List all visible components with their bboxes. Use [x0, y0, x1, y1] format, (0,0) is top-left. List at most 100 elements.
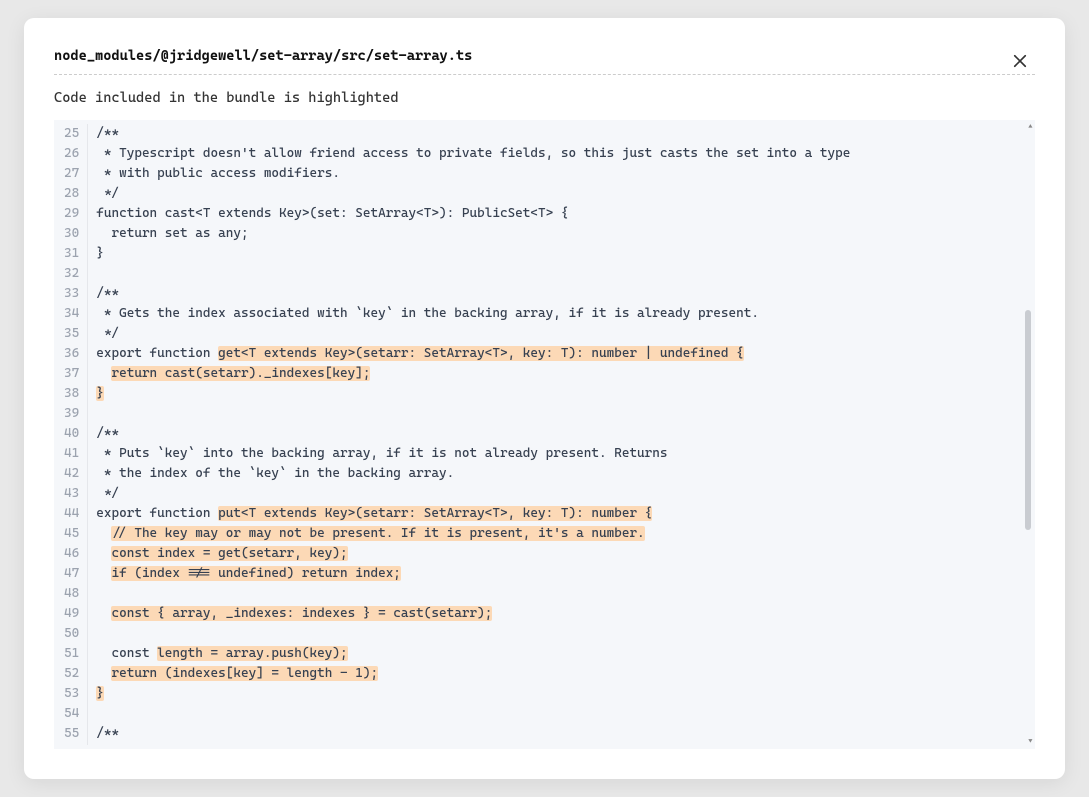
code-line: const index = get(setarr, key); [96, 544, 1035, 564]
line-number: 46 [64, 544, 79, 564]
code-line: /** [96, 724, 1035, 744]
line-number: 39 [64, 404, 79, 424]
line-number: 50 [64, 624, 79, 644]
line-number: 30 [64, 224, 79, 244]
close-button[interactable] [1005, 46, 1035, 76]
highlighted-code: // The key may or may not be present. If… [111, 526, 644, 541]
line-number: 35 [64, 324, 79, 344]
code-line: /** [96, 284, 1035, 304]
line-number: 41 [64, 444, 79, 464]
line-number: 49 [64, 604, 79, 624]
line-number: 29 [64, 204, 79, 224]
source-viewer-modal: node_modules/@jridgewell/set-array/src/s… [24, 18, 1065, 779]
code-text [96, 366, 111, 381]
code-text [96, 526, 111, 541]
line-number: 32 [64, 264, 79, 284]
line-number: 45 [64, 524, 79, 544]
code-viewer: 2526272829303132333435363738394041424344… [54, 120, 1035, 749]
code-line: * Puts `key` into the backing array, if … [96, 444, 1035, 464]
code-text: export function [96, 506, 218, 521]
line-number: 42 [64, 464, 79, 484]
line-number: 43 [64, 484, 79, 504]
highlighted-code: } [96, 686, 104, 701]
line-number: 53 [64, 684, 79, 704]
code-line [96, 704, 1035, 724]
code-line: * the index of the `key` in the backing … [96, 464, 1035, 484]
line-number: 51 [64, 644, 79, 664]
highlighted-code: const { array, _indexes: indexes } = cas… [111, 606, 492, 621]
code-text: */ [96, 186, 119, 201]
code-line: export function put<T extends Key>(setar… [96, 504, 1035, 524]
code-line: function cast<T extends Key>(set: SetArr… [96, 204, 1035, 224]
line-number: 40 [64, 424, 79, 444]
highlighted-code: if (index !== undefined) return index; [111, 566, 400, 581]
line-number: 27 [64, 164, 79, 184]
line-number: 36 [64, 344, 79, 364]
code-line: return cast(setarr)._indexes[key]; [96, 364, 1035, 384]
code-line: */ [96, 324, 1035, 344]
highlighted-code: return cast(setarr)._indexes[key]; [111, 366, 370, 381]
code-line [96, 624, 1035, 644]
highlighted-code: return (indexes[key] = length - 1); [111, 666, 378, 681]
line-number: 55 [64, 724, 79, 744]
scrollbar-thumb[interactable] [1025, 310, 1031, 530]
divider [54, 74, 1035, 75]
code-line: const { array, _indexes: indexes } = cas… [96, 604, 1035, 624]
code-text: } [96, 246, 104, 261]
code-scroll[interactable]: 2526272829303132333435363738394041424344… [54, 120, 1035, 749]
scroll-arrow-up-icon[interactable]: ▴ [1028, 122, 1033, 132]
code-text: * Typescript doesn't allow friend access… [96, 146, 850, 161]
line-number: 33 [64, 284, 79, 304]
code-text: const [96, 646, 157, 661]
code-line [96, 584, 1035, 604]
code-line [96, 404, 1035, 424]
code-line: if (index !== undefined) return index; [96, 564, 1035, 584]
code-text: */ [96, 326, 119, 341]
code-line: /** [96, 124, 1035, 144]
code-text [96, 566, 111, 581]
code-line: * with public access modifiers. [96, 164, 1035, 184]
code-text: /** [96, 426, 119, 441]
code-line: return set as any; [96, 224, 1035, 244]
code-text: * Gets the index associated with `key` i… [96, 306, 759, 321]
line-number: 34 [64, 304, 79, 324]
line-number: 52 [64, 664, 79, 684]
code-text: */ [96, 486, 119, 501]
line-number-gutter: 2526272829303132333435363738394041424344… [54, 124, 87, 745]
line-number: 54 [64, 704, 79, 724]
line-number: 37 [64, 364, 79, 384]
code-line: /** [96, 424, 1035, 444]
code-text: * the index of the `key` in the backing … [96, 466, 454, 481]
code-text: return set as any; [96, 226, 248, 241]
highlighted-code: put<T extends Key>(setarr: SetArray<T>, … [218, 506, 652, 521]
code-line: } [96, 244, 1035, 264]
highlighted-code: length = array.push(key); [157, 646, 347, 661]
close-icon [1011, 52, 1029, 70]
code-line: // The key may or may not be present. If… [96, 524, 1035, 544]
code-text [96, 546, 111, 561]
code-line: * Typescript doesn't allow friend access… [96, 144, 1035, 164]
code-line: } [96, 384, 1035, 404]
highlight-legend: Code included in the bundle is highlight… [24, 75, 1065, 120]
code-line: return (indexes[key] = length - 1); [96, 664, 1035, 684]
highlighted-code: const index = get(setarr, key); [111, 546, 347, 561]
code-text: function cast<T extends Key>(set: SetArr… [96, 206, 568, 221]
file-path: node_modules/@jridgewell/set-array/src/s… [54, 48, 1035, 74]
line-number: 31 [64, 244, 79, 264]
scroll-arrow-down-icon[interactable]: ▾ [1028, 737, 1033, 747]
code-line: export function get<T extends Key>(setar… [96, 344, 1035, 364]
code-line [96, 264, 1035, 284]
code-line: const length = array.push(key); [96, 644, 1035, 664]
code-text: export function [96, 346, 218, 361]
code-text: * Puts `key` into the backing array, if … [96, 446, 667, 461]
line-number: 25 [64, 124, 79, 144]
code-text: /** [96, 286, 119, 301]
code-line: */ [96, 184, 1035, 204]
highlighted-code: } [96, 386, 104, 401]
line-number: 26 [64, 144, 79, 164]
code-text [96, 606, 111, 621]
line-number: 44 [64, 504, 79, 524]
code-text: /** [96, 126, 119, 141]
code-text: * with public access modifiers. [96, 166, 340, 181]
code-line: } [96, 684, 1035, 704]
